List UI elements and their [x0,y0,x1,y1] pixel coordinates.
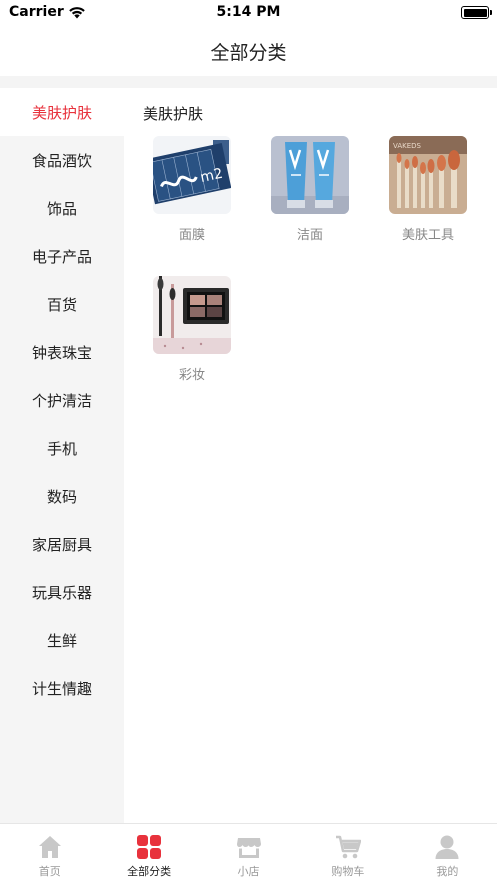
sidebar-item-general-goods[interactable]: 百货 [0,280,124,328]
subcategory-label: 洁面 [296,228,323,243]
eyeshadow-palette-image [153,276,231,354]
sidebar-item-personal-care[interactable]: 个护清洁 [0,376,124,424]
tab-label: 全部分类 [127,865,172,878]
makeup-brushes-image: VAKEDS [389,136,467,214]
header-divider [0,76,497,88]
sidebar-item-fresh[interactable]: 生鲜 [0,616,124,664]
subcategory-makeup[interactable]: 彩妆 [151,276,233,383]
tab-label: 首页 [38,865,61,878]
sidebar-item-home-kitchen[interactable]: 家居厨具 [0,520,124,568]
subcategory-label: 面膜 [178,228,205,243]
sidebar-item-toys-instruments[interactable]: 玩具乐器 [0,568,124,616]
subcategory-cleanser[interactable]: 洁面 [269,136,351,243]
tab-all-categories[interactable]: 全部分类 [99,824,198,883]
home-icon [38,836,61,858]
section-title: 美肤护肤 [143,105,204,123]
status-bar: Carrier 5:14 PM [0,0,497,26]
sidebar-item-phones[interactable]: 手机 [0,424,124,472]
tab-label: 小店 [237,865,260,878]
tab-shop[interactable]: 小店 [199,824,298,883]
category-sidebar: 美肤护肤 食品酒饮 饰品 电子产品 百货 钟表珠宝 个护清洁 手机 数码 家居厨… [0,88,124,823]
sidebar-item-watches-jewelry[interactable]: 钟表珠宝 [0,328,124,376]
shop-icon [236,838,261,858]
tab-cart[interactable]: 购物车 [298,824,397,883]
sidebar-item-electronics[interactable]: 电子产品 [0,232,124,280]
subcategory-label: 美肤工具 [401,228,454,243]
bottom-tab-bar: 首页 全部分类 小店 购物车 我的 [0,823,497,883]
tab-label: 我的 [436,865,459,878]
cart-icon [335,835,361,859]
sidebar-item-skincare[interactable]: 美肤护肤 [0,88,124,136]
subcategory-face-mask[interactable]: m2 面膜 [151,136,233,243]
subcategory-label: 彩妆 [178,368,205,383]
profile-icon [435,835,459,859]
status-time: 5:14 PM [216,4,281,20]
sidebar-item-food-drinks[interactable]: 食品酒饮 [0,136,124,184]
tab-label: 购物车 [331,865,365,878]
face-mask-image: m2 [153,136,231,214]
tab-home[interactable]: 首页 [0,824,99,883]
page-title: 全部分类 [210,41,287,64]
svg-text:VAKEDS: VAKEDS [393,142,422,150]
tab-profile[interactable]: 我的 [398,824,497,883]
cleanser-image [271,136,349,214]
category-grid-icon [137,835,162,859]
sidebar-item-accessories[interactable]: 饰品 [0,184,124,232]
subcategory-beauty-tools[interactable]: VAKEDS 美肤工具 [387,136,469,243]
navigation-bar: 全部分类 [0,26,497,76]
sidebar-item-digital[interactable]: 数码 [0,472,124,520]
sidebar-item-adult[interactable]: 计生情趣 [0,664,124,712]
battery-icon [461,6,492,19]
subcategory-panel: 美肤护肤 m2 面膜 洁面 VAKEDS 美肤工具 彩妆 [124,88,497,823]
